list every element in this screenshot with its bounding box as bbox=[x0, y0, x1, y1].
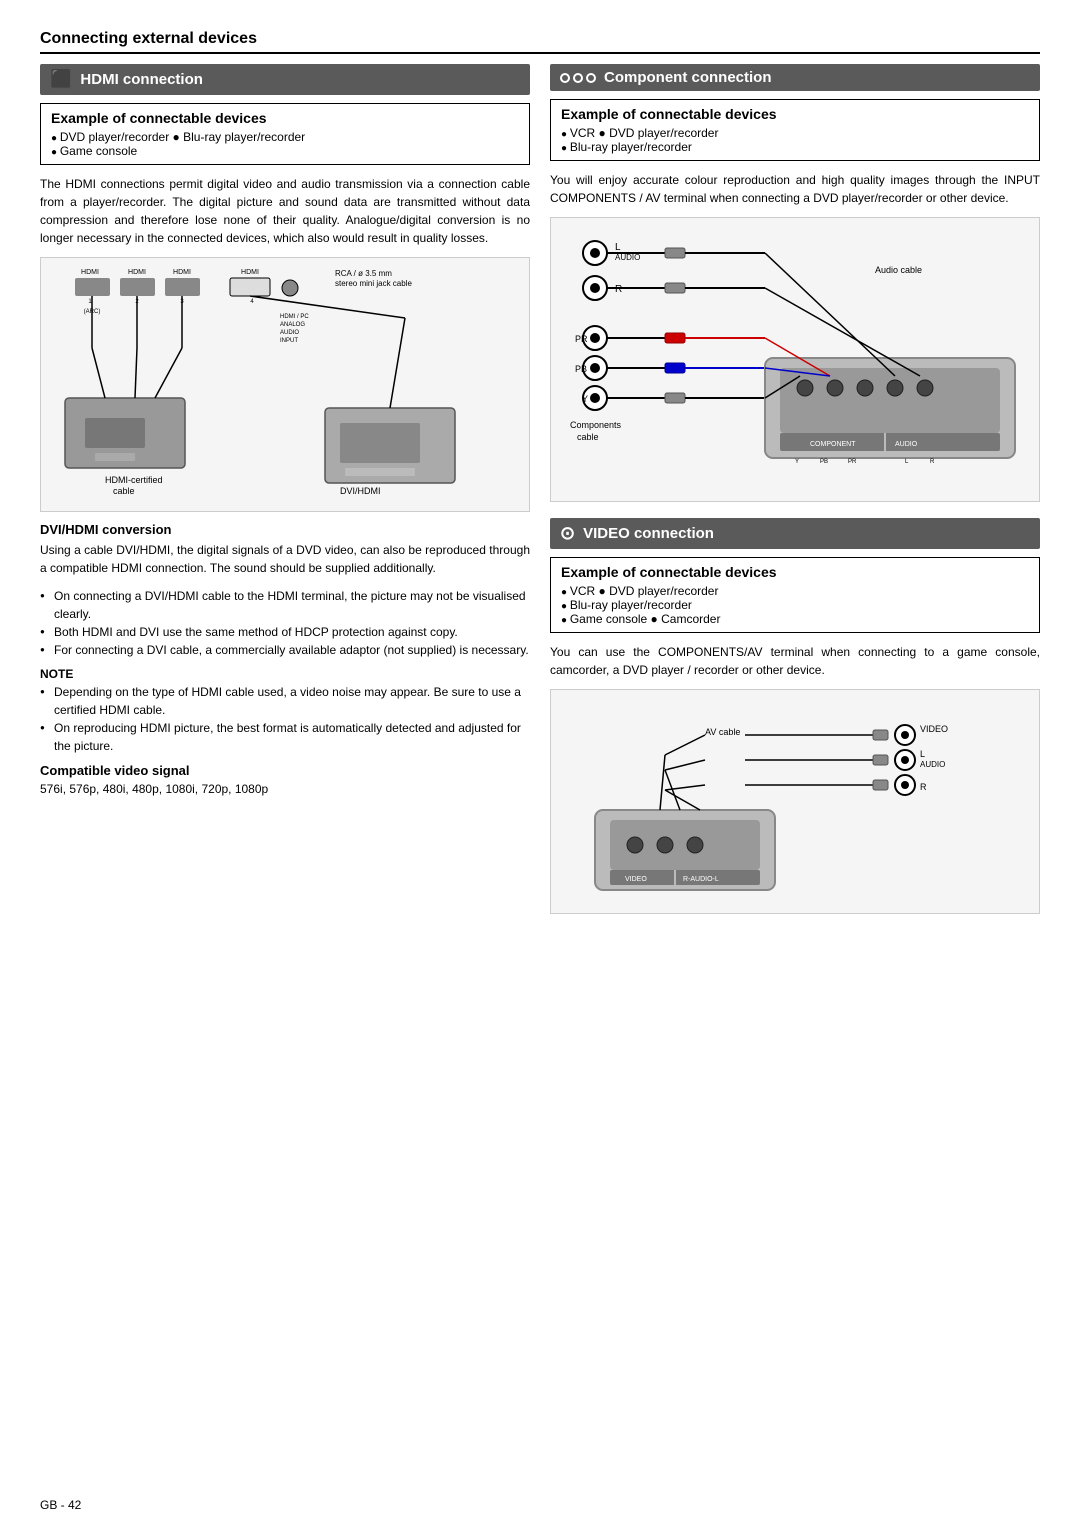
svg-text:AUDIO: AUDIO bbox=[280, 330, 299, 336]
video-diagram-svg: AV cable VIDEO L AUDIO bbox=[561, 700, 1029, 900]
page-footer: GB - 42 bbox=[40, 1498, 81, 1512]
hdmi-port-1 bbox=[75, 278, 110, 296]
svg-text:AUDIO: AUDIO bbox=[615, 253, 640, 262]
hdmi-port-2 bbox=[120, 278, 155, 296]
svg-text:L: L bbox=[905, 459, 909, 465]
video-section-header: ⊙ VIDEO connection bbox=[550, 518, 1040, 549]
component-header-label: Component connection bbox=[604, 69, 772, 86]
svg-text:PR: PR bbox=[848, 459, 857, 465]
svg-text:Y: Y bbox=[795, 459, 799, 465]
component-example-list: VCR ● DVD player/recorder Blu-ray player… bbox=[561, 126, 1029, 154]
hdmi-example-heading: Example of connectable devices bbox=[51, 110, 519, 126]
svg-text:Y: Y bbox=[582, 394, 588, 404]
svg-text:AUDIO: AUDIO bbox=[895, 441, 918, 448]
hdmi-icon: ⬛ bbox=[50, 69, 72, 90]
dvi-bullet-2: Both HDMI and DVI use the same method of… bbox=[40, 623, 530, 641]
component-example-heading: Example of connectable devices bbox=[561, 106, 1029, 122]
svg-text:VIDEO: VIDEO bbox=[625, 876, 647, 883]
dvi-heading: DVI/HDMI conversion bbox=[40, 522, 530, 537]
svg-text:HDMI / PC: HDMI / PC bbox=[280, 314, 309, 320]
compatible-text: 576i, 576p, 480i, 480p, 1080i, 720p, 108… bbox=[40, 782, 530, 796]
hdmi-port-3 bbox=[165, 278, 200, 296]
analog-audio-port bbox=[282, 280, 298, 296]
component-dot-1 bbox=[560, 73, 570, 83]
dvi-bullet-3: For connecting a DVI cable, a commercial… bbox=[40, 641, 530, 659]
svg-text:DVI/HDMI: DVI/HDMI bbox=[340, 486, 381, 496]
component-example-box: Example of connectable devices VCR ● DVD… bbox=[550, 99, 1040, 161]
video-icon: ⊙ bbox=[560, 523, 575, 544]
svg-text:cable: cable bbox=[345, 497, 367, 498]
hdmi-header-label: HDMI connection bbox=[80, 71, 203, 88]
svg-text:HDMI: HDMI bbox=[241, 269, 259, 276]
page-title: Connecting external devices bbox=[40, 30, 1040, 54]
note-bullet-list: Depending on the type of HDMI cable used… bbox=[40, 683, 530, 755]
svg-text:RCA / ø 3.5 mm: RCA / ø 3.5 mm bbox=[335, 269, 392, 278]
component-diagram-svg: L AUDIO R Audio cable bbox=[561, 228, 1029, 488]
svg-text:PB: PB bbox=[820, 459, 828, 465]
svg-text:cable: cable bbox=[577, 432, 599, 442]
video-body: You can use the COMPONENTS/AV terminal w… bbox=[550, 643, 1040, 679]
svg-text:ANALOG: ANALOG bbox=[280, 322, 305, 328]
video-diagram: AV cable VIDEO L AUDIO bbox=[550, 689, 1040, 914]
video-example-item-3: Game console ● Camcorder bbox=[561, 612, 1029, 626]
hdmi-section-header: ⬛ HDMI connection bbox=[40, 64, 530, 95]
component-dot-3 bbox=[586, 73, 596, 83]
note-label: NOTE bbox=[40, 667, 530, 681]
svg-text:Components: Components bbox=[570, 420, 622, 430]
compatible-heading: Compatible video signal bbox=[40, 763, 530, 778]
component-dot-2 bbox=[573, 73, 583, 83]
dvi-bullet-list: On connecting a DVI/HDMI cable to the HD… bbox=[40, 587, 530, 659]
svg-text:L: L bbox=[615, 242, 621, 253]
component-body: You will enjoy accurate colour reproduct… bbox=[550, 171, 1040, 207]
svg-text:R-AUDIO-L: R-AUDIO-L bbox=[683, 876, 719, 883]
svg-text:cable: cable bbox=[113, 486, 135, 496]
component-icons bbox=[560, 73, 596, 83]
note-bullet-1: Depending on the type of HDMI cable used… bbox=[40, 683, 530, 719]
hdmi-example-item-2: Game console bbox=[51, 144, 519, 158]
video-example-item-2: Blu-ray player/recorder bbox=[561, 598, 1029, 612]
svg-text:PB: PB bbox=[575, 364, 587, 374]
component-diagram: L AUDIO R Audio cable bbox=[550, 217, 1040, 502]
svg-text:Audio cable: Audio cable bbox=[875, 265, 922, 275]
video-example-heading: Example of connectable devices bbox=[561, 564, 1029, 580]
svg-text:R: R bbox=[930, 459, 935, 465]
hdmi-example-item-1: DVD player/recorder ● Blu-ray player/rec… bbox=[51, 130, 519, 144]
hdmi-example-box: Example of connectable devices DVD playe… bbox=[40, 103, 530, 165]
note-bullet-2: On reproducing HDMI picture, the best fo… bbox=[40, 719, 530, 755]
svg-text:HDMI-certified: HDMI-certified bbox=[105, 475, 163, 485]
svg-text:stereo mini jack cable: stereo mini jack cable bbox=[335, 279, 412, 288]
svg-text:COMPONENT: COMPONENT bbox=[810, 441, 856, 448]
hdmi-port-4 bbox=[230, 278, 270, 296]
page-footer-text: GB - 42 bbox=[40, 1498, 81, 1512]
svg-text:PR: PR bbox=[575, 334, 588, 344]
svg-text:R: R bbox=[615, 284, 622, 295]
svg-text:AUDIO: AUDIO bbox=[920, 760, 945, 769]
svg-text:HDMI: HDMI bbox=[81, 269, 99, 276]
svg-text:4: 4 bbox=[250, 299, 254, 305]
video-example-item-1: VCR ● DVD player/recorder bbox=[561, 584, 1029, 598]
dvi-body: Using a cable DVI/HDMI, the digital sign… bbox=[40, 541, 530, 577]
hdmi-example-list: DVD player/recorder ● Blu-ray player/rec… bbox=[51, 130, 519, 158]
video-example-box: Example of connectable devices VCR ● DVD… bbox=[550, 557, 1040, 633]
svg-text:HDMI: HDMI bbox=[128, 269, 146, 276]
svg-text:INPUT: INPUT bbox=[280, 338, 298, 344]
component-example-item-2: Blu-ray player/recorder bbox=[561, 140, 1029, 154]
component-example-item-1: VCR ● DVD player/recorder bbox=[561, 126, 1029, 140]
hdmi-body-text: The HDMI connections permit digital vide… bbox=[40, 175, 530, 247]
component-section-header: Component connection bbox=[550, 64, 1040, 91]
svg-text:L: L bbox=[920, 749, 925, 759]
video-example-list: VCR ● DVD player/recorder Blu-ray player… bbox=[561, 584, 1029, 626]
svg-text:R: R bbox=[920, 782, 927, 792]
video-header-label: VIDEO connection bbox=[583, 525, 714, 542]
dvi-bullet-1: On connecting a DVI/HDMI cable to the HD… bbox=[40, 587, 530, 623]
hdmi-diagram-svg: HDMI 1 HDMI 2 HDMI 3 (ARC) HDMI 4 RCA / … bbox=[51, 268, 519, 498]
svg-text:VIDEO: VIDEO bbox=[920, 724, 948, 734]
svg-text:AV cable: AV cable bbox=[705, 727, 740, 737]
hdmi-diagram: HDMI 1 HDMI 2 HDMI 3 (ARC) HDMI 4 RCA / … bbox=[40, 257, 530, 512]
svg-text:HDMI: HDMI bbox=[173, 269, 191, 276]
